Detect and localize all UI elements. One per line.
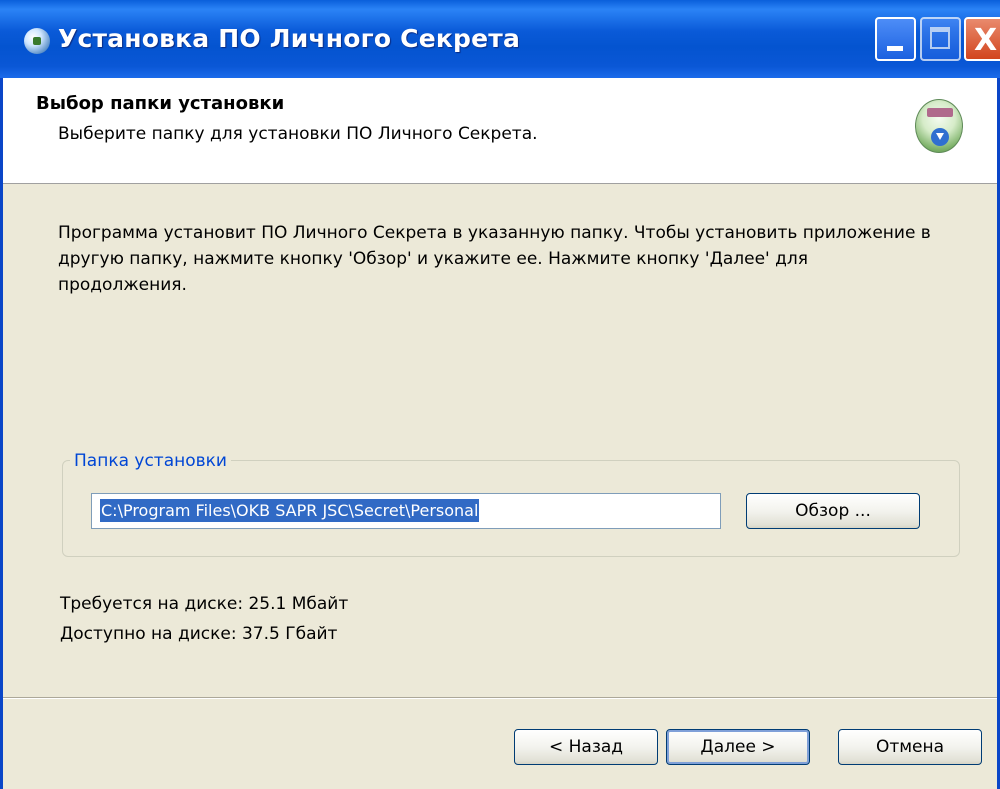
minimize-button[interactable] xyxy=(875,17,916,61)
app-icon xyxy=(24,28,50,54)
page-title: Выбор папки установки xyxy=(36,93,285,114)
cancel-button[interactable]: Отмена xyxy=(838,729,982,765)
close-icon: X xyxy=(974,23,998,58)
window-border-left xyxy=(0,78,3,789)
window-title: Установка ПО Личного Секрета xyxy=(58,24,521,53)
installer-window: Установка ПО Личного Секрета X Выбор пап… xyxy=(0,0,1000,789)
logo-badge xyxy=(927,108,953,117)
back-button[interactable]: < Назад xyxy=(514,729,658,765)
browse-button[interactable]: Обзор ... xyxy=(746,493,920,529)
minimize-icon xyxy=(887,46,903,51)
next-button[interactable]: Далее > xyxy=(666,729,810,765)
footer-separator xyxy=(0,697,1000,699)
close-button[interactable]: X xyxy=(964,17,1000,61)
wizard-header: Выбор папки установки Выберите папку для… xyxy=(0,78,1000,184)
title-bar[interactable]: Установка ПО Личного Секрета X xyxy=(0,0,1000,78)
group-label: Папка установки xyxy=(70,451,231,471)
page-subtitle: Выберите папку для установки ПО Личного … xyxy=(58,124,538,144)
maximize-icon xyxy=(930,27,950,49)
install-path-input[interactable]: C:\Program Files\OKB SAPR JSC\Secret\Per… xyxy=(91,493,721,529)
download-arrow-icon xyxy=(931,128,949,146)
space-available: Доступно на диске: 37.5 Гбайт xyxy=(60,624,338,644)
description-text: Программа установит ПО Личного Секрета в… xyxy=(58,223,931,295)
installer-disk-icon xyxy=(915,99,963,153)
maximize-button[interactable] xyxy=(920,17,961,61)
install-path-value: C:\Program Files\OKB SAPR JSC\Secret\Per… xyxy=(100,499,480,522)
space-required: Требуется на диске: 25.1 Мбайт xyxy=(60,594,349,614)
